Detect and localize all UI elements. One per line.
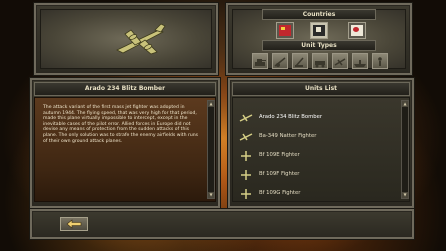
description-frame: Arado 234 Blitz Bomber The attack varian… xyxy=(30,78,220,208)
unit-list-item[interactable]: Bf 109E Fighter xyxy=(239,148,399,165)
unit-name: Bf 109G Fighter xyxy=(259,190,301,196)
ship-icon[interactable] xyxy=(352,53,368,69)
unit-name: Ba-349 Natter Fighter xyxy=(259,133,317,139)
japanese-flag-icon[interactable] xyxy=(348,22,366,39)
unit-list-item[interactable]: Bf 109F Fighter xyxy=(239,167,399,184)
unit-name: Arado 234 Blitz Bomber xyxy=(259,114,323,120)
anti-aircraft-icon[interactable] xyxy=(292,53,308,69)
plane-icon xyxy=(241,151,251,161)
unit-name: Bf 109E Fighter xyxy=(259,152,300,158)
unit-name: Bf 109F Fighter xyxy=(259,171,300,177)
game-screen: Countries Unit Types Arado 234 Blitz Bom… xyxy=(0,0,446,251)
armored-car-icon[interactable] xyxy=(312,53,328,69)
unit-title-bar: Arado 234 Blitz Bomber xyxy=(34,82,216,96)
unit-list-item[interactable]: Bf 109G Fighter xyxy=(239,186,399,203)
infantry-icon[interactable] xyxy=(372,53,388,69)
scroll-down-button[interactable]: ▼ xyxy=(208,192,214,198)
german-flag-icon[interactable] xyxy=(310,22,328,39)
unit-description: The attack variant of the first mass jet… xyxy=(43,105,199,144)
units-list-panel: Arado 234 Blitz Bomber Ba-349 Natter Fig… xyxy=(232,97,410,202)
unit-types-header: Unit Types xyxy=(262,40,376,51)
soviet-flag-icon[interactable] xyxy=(276,22,294,39)
plane-icon xyxy=(239,133,253,141)
back-button[interactable] xyxy=(60,217,88,231)
plane-icon[interactable] xyxy=(332,53,348,69)
countries-header: Countries xyxy=(262,9,376,20)
plane-icon xyxy=(239,114,253,122)
tank-icon[interactable] xyxy=(252,53,268,69)
units-scrollbar[interactable]: ▲ ▼ xyxy=(401,100,409,199)
scroll-down-button[interactable]: ▼ xyxy=(402,192,408,198)
units-list-title: Units List xyxy=(304,85,338,92)
unit-list-item[interactable]: Arado 234 Blitz Bomber xyxy=(239,110,399,127)
plane-icon xyxy=(241,170,251,180)
plane-preview-icon xyxy=(116,23,166,55)
scroll-up-button[interactable]: ▲ xyxy=(208,101,214,107)
plane-icon xyxy=(241,189,251,199)
arrow-left-icon xyxy=(66,219,82,229)
description-scrollbar[interactable]: ▲ ▼ xyxy=(207,100,215,199)
scroll-up-button[interactable]: ▲ xyxy=(402,101,408,107)
filter-frame: Countries Unit Types xyxy=(226,3,412,75)
unit-list-item[interactable]: Ba-349 Natter Fighter xyxy=(239,129,399,146)
units-list-frame: Units List Arado 234 Blitz Bomber Ba-349… xyxy=(228,78,414,208)
unit-preview-panel xyxy=(40,9,212,69)
artillery-icon[interactable] xyxy=(272,53,288,69)
units-list-header: Units List xyxy=(232,82,410,96)
description-panel: The attack variant of the first mass jet… xyxy=(34,97,216,202)
unit-preview-frame xyxy=(34,3,218,75)
bottom-bar xyxy=(30,209,414,239)
